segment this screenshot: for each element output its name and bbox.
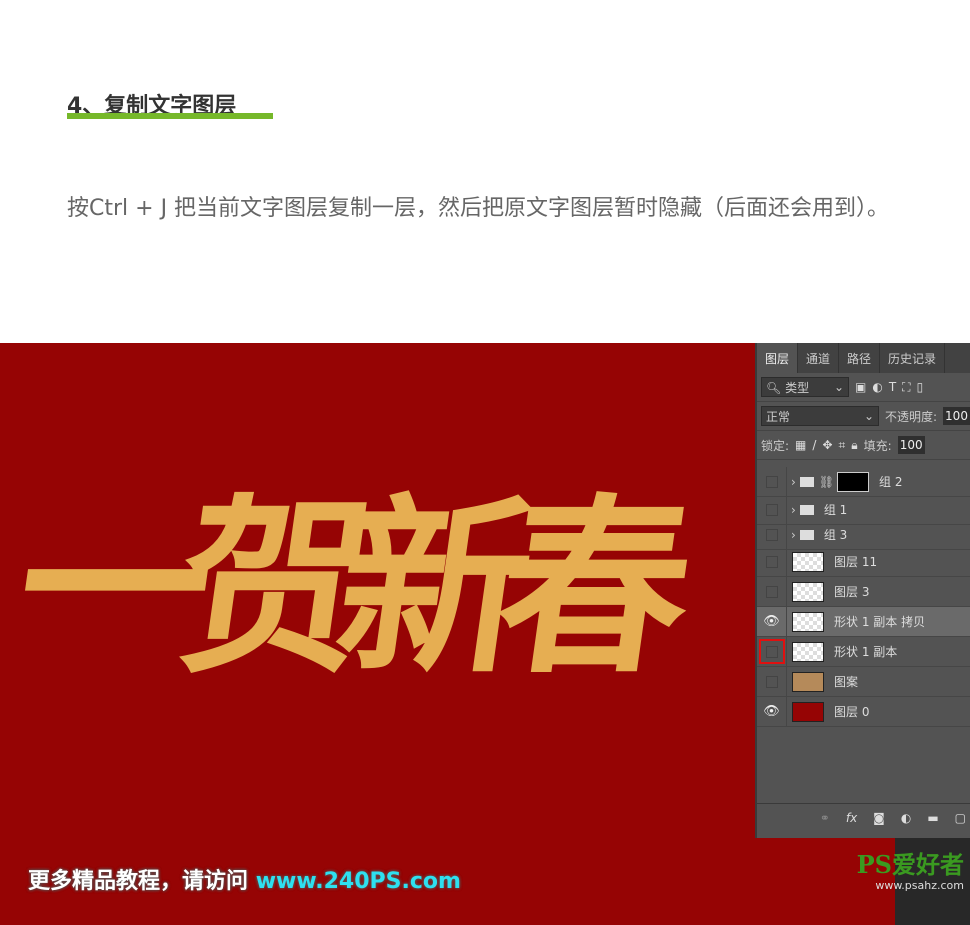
fill-input[interactable]: 100 bbox=[897, 436, 925, 454]
brush-icon[interactable]: / bbox=[812, 438, 816, 452]
tab-history[interactable]: 历史记录 bbox=[880, 343, 946, 373]
panel-footer: ⚭ fx ◙ ◐ ▬ ▢ bbox=[757, 803, 970, 831]
link-icon[interactable]: ⚭ bbox=[820, 811, 830, 825]
layer-name: 组 1 bbox=[823, 503, 848, 517]
visibility-toggle[interactable] bbox=[757, 520, 787, 549]
promo-banner: 更多精品教程，请访问 www.240PS.com bbox=[28, 869, 461, 894]
eye-icon: 👁︎ bbox=[763, 704, 780, 719]
visibility-toggle[interactable] bbox=[757, 547, 787, 576]
lock-icon[interactable]: 🔒︎ bbox=[851, 438, 857, 453]
tab-paths[interactable]: 路径 bbox=[839, 343, 881, 373]
new-layer-icon[interactable]: ▢ bbox=[955, 811, 966, 825]
layer-row[interactable]: 图层 11 bbox=[757, 547, 970, 577]
layer-row[interactable]: › ⛓ 组 2 bbox=[757, 467, 970, 497]
artboard-icon[interactable]: ⌗ bbox=[839, 438, 846, 453]
promo-url: www.240PS.com bbox=[255, 869, 461, 894]
layer-row[interactable]: 形状 1 副本 bbox=[757, 637, 970, 667]
layer-row[interactable]: 图层 3 bbox=[757, 577, 970, 607]
move-icon[interactable]: ✥ bbox=[822, 438, 832, 452]
layer-row[interactable]: 👁︎ 形状 1 副本 拷贝 bbox=[757, 607, 970, 637]
opacity-input[interactable]: 100 bbox=[943, 407, 970, 425]
visibility-toggle[interactable] bbox=[757, 637, 787, 666]
layer-row[interactable]: 👁︎ 图层 0 bbox=[757, 697, 970, 727]
layer-thumbnail bbox=[792, 581, 824, 602]
filter-select[interactable]: 🔍︎ 类型 ⌄ bbox=[761, 377, 849, 397]
layer-thumbnail bbox=[792, 671, 824, 692]
chain-icon[interactable]: ⛓ bbox=[819, 475, 834, 489]
folder-icon bbox=[799, 476, 814, 487]
layer-name: 形状 1 副本 拷贝 bbox=[834, 615, 926, 629]
layer-row[interactable]: 图案 bbox=[757, 667, 970, 697]
calligraphy-artwork: 一贺新春 bbox=[4, 476, 676, 699]
search-icon: 🔍︎ bbox=[766, 380, 782, 395]
chevron-down-icon: ⌄ bbox=[863, 409, 874, 423]
layer-row[interactable]: › 组 3 bbox=[757, 520, 970, 550]
layers-panel: 图层 通道 路径 历史记录 🔍︎ 类型 ⌄ ▣ ◐ T ⛶ ▯ 正常 ⌄ 不透明度:… bbox=[755, 343, 970, 838]
adjustment-filter-icon[interactable]: ◐ bbox=[872, 380, 882, 394]
filter-row: 🔍︎ 类型 ⌄ ▣ ◐ T ⛶ ▯ bbox=[757, 373, 970, 402]
visibility-toggle[interactable] bbox=[757, 467, 787, 496]
panel-tabs: 图层 通道 路径 历史记录 bbox=[757, 343, 970, 373]
mask-icon[interactable]: ◙ bbox=[873, 811, 885, 825]
layer-thumbnail bbox=[792, 611, 824, 632]
tab-channels[interactable]: 通道 bbox=[798, 343, 840, 373]
layer-name: 图案 bbox=[834, 675, 859, 689]
layer-name: 组 2 bbox=[879, 475, 903, 489]
folder-icon[interactable]: ▬ bbox=[927, 811, 938, 825]
lock-transparent-icon[interactable]: ▦ bbox=[795, 438, 806, 452]
heading-underline bbox=[67, 113, 273, 119]
chevron-right-icon[interactable]: › bbox=[791, 503, 796, 517]
blend-mode-select[interactable]: 正常 ⌄ bbox=[761, 406, 879, 426]
chevron-down-icon: ⌄ bbox=[833, 380, 844, 394]
layer-thumbnail bbox=[792, 701, 824, 722]
type-filter-icon[interactable]: T bbox=[889, 380, 896, 394]
image-filter-icon[interactable]: ▣ bbox=[855, 380, 866, 394]
fx-icon[interactable]: fx bbox=[846, 811, 857, 825]
layer-name: 组 3 bbox=[823, 528, 848, 542]
layer-name: 形状 1 副本 bbox=[834, 645, 898, 659]
adjustment-icon[interactable]: ◐ bbox=[901, 811, 911, 825]
visibility-toggle[interactable]: 👁︎ bbox=[757, 697, 787, 726]
instruction-paragraph: 按Ctrl + J 把当前文字图层复制一层，然后把原文字图层暂时隐藏（后面还会用… bbox=[67, 196, 890, 221]
layer-name: 图层 3 bbox=[834, 585, 870, 599]
smart-filter-icon[interactable]: ▯ bbox=[917, 380, 924, 394]
lock-row: 锁定: ▦ / ✥ ⌗ 🔒︎ 填充: 100 bbox=[757, 431, 970, 460]
chevron-right-icon[interactable]: › bbox=[791, 528, 796, 542]
shape-filter-icon[interactable]: ⛶ bbox=[902, 380, 910, 395]
mask-thumbnail bbox=[837, 471, 870, 492]
layer-thumbnail bbox=[792, 641, 824, 662]
layer-name: 图层 11 bbox=[834, 555, 878, 569]
layer-name: 图层 0 bbox=[834, 705, 870, 719]
chevron-right-icon[interactable]: › bbox=[791, 475, 796, 489]
screenshot-image: 一贺新春 更多精品教程，请访问 www.240PS.com 图层 通道 路径 历… bbox=[0, 343, 970, 925]
visibility-toggle[interactable]: 👁︎ bbox=[757, 607, 787, 636]
layer-thumbnail bbox=[792, 551, 824, 572]
watermark: PS爱好者 www.psahz.com bbox=[856, 850, 964, 893]
eye-icon: 👁︎ bbox=[763, 614, 780, 629]
blend-row: 正常 ⌄ 不透明度: 100 bbox=[757, 402, 970, 431]
visibility-toggle[interactable] bbox=[757, 577, 787, 606]
tab-layers[interactable]: 图层 bbox=[757, 343, 799, 373]
folder-icon bbox=[799, 529, 814, 540]
folder-icon bbox=[799, 504, 814, 515]
visibility-toggle[interactable] bbox=[757, 667, 787, 696]
